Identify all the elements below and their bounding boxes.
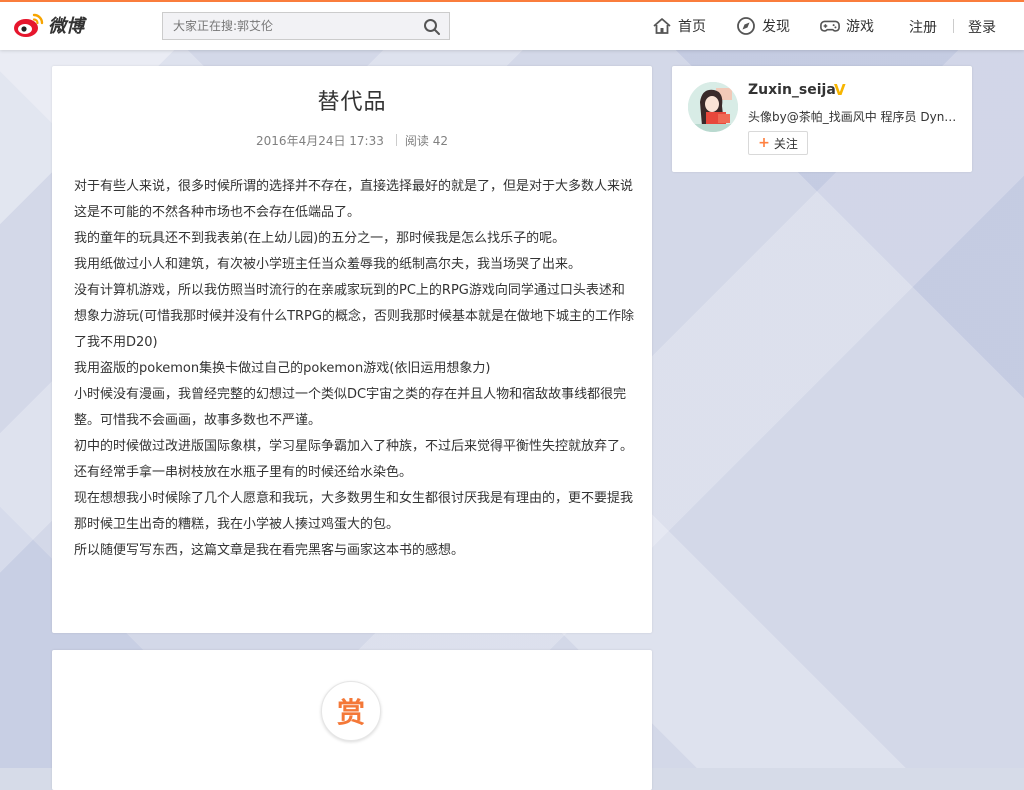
follow-label: 关注 [773,136,798,151]
article-paragraph: 我用纸做过小人和建筑，有次被小学班主任当众羞辱我的纸制高尔夫，我当场哭了出来。 [74,257,582,272]
logo-text: 微博 [48,16,84,37]
follow-button[interactable]: + 关注 [748,131,808,155]
search-input[interactable] [173,19,413,33]
article-paragraph: 我的童年的玩具还不到我表弟(在上幼儿园)的五分之一，那时候我是怎么找乐子的呢。 [74,231,566,246]
profile-name: Zuxin_seija [748,82,836,98]
nav-home-label: 首页 [678,19,706,35]
search-box [162,12,450,40]
article-paragraph: 初中的时候做过改进版国际象棋，学习星际争霸加入了种族，不过后来觉得平衡性失控就放… [74,439,634,454]
top-navbar: 微博 首页 发现 [0,0,1024,50]
profile-description: 头像by@茶帕_找画风中 程序员 Dyna... [748,110,960,124]
compass-icon [737,17,755,35]
search-icon[interactable] [423,18,441,36]
avatar[interactable] [688,82,738,132]
home-icon [653,18,671,34]
article-date: 2016年4月24日 17:33 [256,134,384,148]
verified-badge-icon: V [834,81,846,99]
nav-games-label: 游戏 [846,19,874,35]
reward-card: 赏 [52,650,652,790]
avatar-illustration [688,82,738,132]
article-paragraph: 现在想想我小时候除了几个人愿意和我玩，大多数男生和女生都很讨厌我是有理由的，更不… [74,491,634,532]
nav-discover[interactable]: 发现 [736,16,790,36]
nav-home[interactable]: 首页 [652,16,706,36]
article-paragraph: 还有经常手拿一串树枝放在水瓶子里有的时候还给水染色。 [74,465,413,480]
article-paragraph: 所以随便写写东西，这篇文章是我在看完黑客与画家这本书的感想。 [74,543,465,558]
plus-icon: + [758,135,770,151]
article-paragraph: 小时候没有漫画，我曾经完整的幻想过一个类似DC宇宙之类的存在并且人物和宿敌故事线… [74,387,627,428]
register-link[interactable]: 注册 [909,17,937,37]
main-nav: 首页 发现 游戏 [652,16,874,36]
article-paragraph: 对于有些人来说，很多时候所谓的选择并不存在，直接选择最好的就是了，但是对于大多数… [74,179,634,220]
article-meta: 2016年4月24日 17:33 阅读 42 [52,132,652,149]
reward-button[interactable]: 赏 [321,681,381,741]
article-read-count: 阅读 42 [404,134,448,148]
author-profile-card: Zuxin_seija V 头像by@茶帕_找画风中 程序员 Dyna... +… [672,66,972,172]
article-title: 替代品 [317,90,387,115]
article-paragraph: 我用盗版的pokemon集换卡做过自己的pokemon游戏(依旧运用想象力) [74,361,491,376]
weibo-logo-icon [14,13,44,37]
article-paragraph: 没有计算机游戏，所以我仿照当时流行的在亲戚家玩到的PC上的RPG游戏向同学通过口… [74,283,634,350]
nav-games[interactable]: 游戏 [820,16,874,36]
nav-discover-label: 发现 [762,19,790,35]
article-body: 对于有些人来说，很多时候所谓的选择并不存在，直接选择最好的就是了，但是对于大多数… [74,174,634,564]
article-card: 替代品 2016年4月24日 17:33 阅读 42 对于有些人来说，很多时候所谓… [52,66,652,633]
gamepad-icon [820,20,840,32]
meta-divider [395,134,397,146]
nav-divider [953,19,954,33]
weibo-logo[interactable]: 微博 [12,11,84,39]
login-link[interactable]: 登录 [968,17,996,37]
